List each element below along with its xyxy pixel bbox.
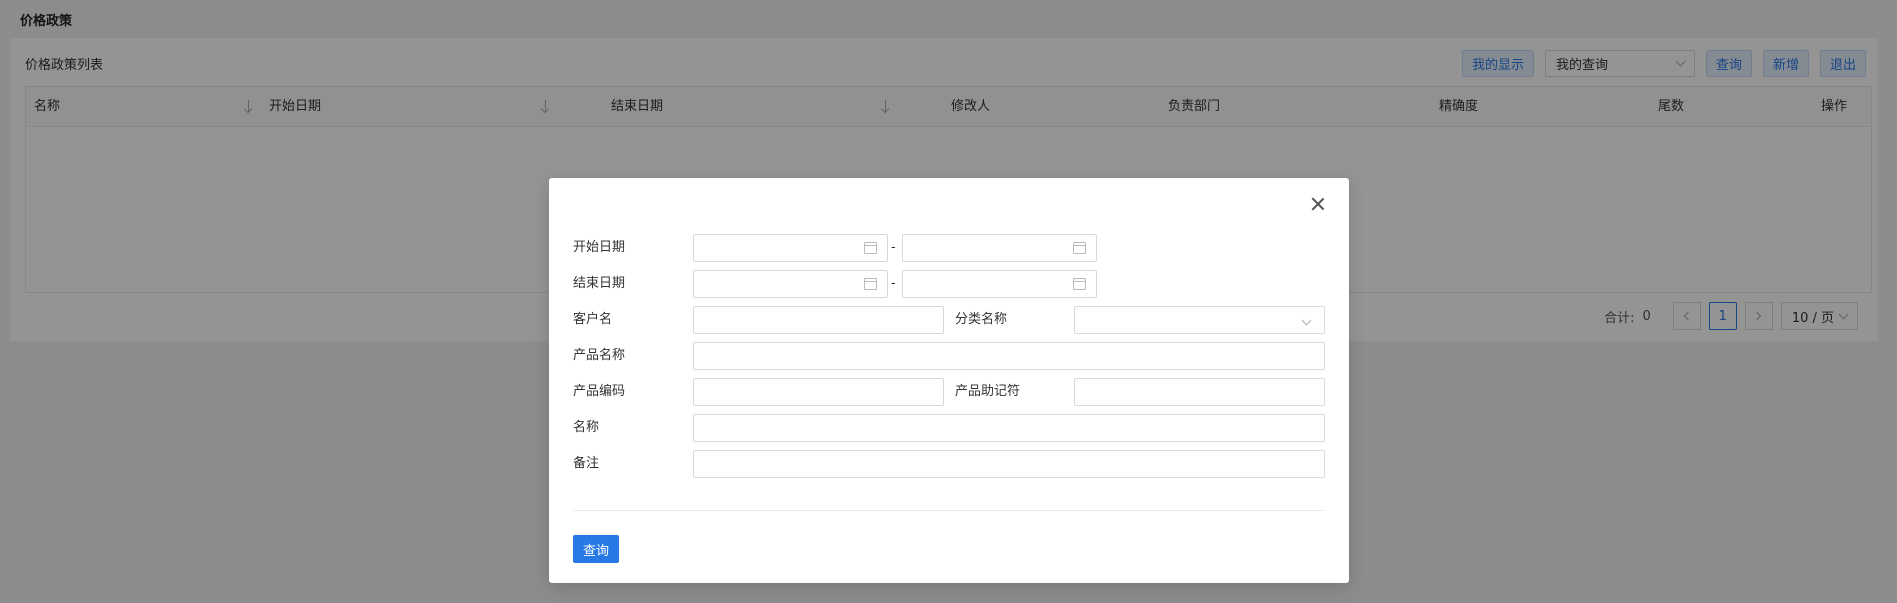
end-date-label: 结束日期 xyxy=(573,276,626,291)
category-name-label: 分类名称 xyxy=(955,312,1008,327)
product-code-input[interactable] xyxy=(693,378,944,406)
product-name-label: 产品名称 xyxy=(573,348,626,363)
calendar-icon xyxy=(1073,242,1086,254)
customer-name-input[interactable] xyxy=(693,306,944,334)
customer-name-label: 客户名 xyxy=(573,312,613,327)
dialog-divider xyxy=(573,510,1325,511)
end-date-to-picker[interactable] xyxy=(902,270,1097,298)
start-date-to-picker[interactable] xyxy=(902,234,1097,262)
range-separator: - xyxy=(891,276,896,291)
remark-label: 备注 xyxy=(573,456,600,471)
dialog-query-button[interactable]: 查询 xyxy=(573,535,620,563)
range-separator: - xyxy=(891,240,896,255)
start-date-label: 开始日期 xyxy=(573,240,626,255)
calendar-icon xyxy=(864,278,877,290)
product-mnemonic-label: 产品助记符 xyxy=(955,384,1021,399)
name-input[interactable] xyxy=(693,414,1325,442)
query-dialog: 开始日期 - 结束日期 - 客户名 分类名称 产品名称 产品编码 产品助记符 名… xyxy=(549,178,1349,583)
calendar-icon xyxy=(1073,278,1086,290)
category-name-select[interactable] xyxy=(1074,306,1325,334)
end-date-from-picker[interactable] xyxy=(693,270,888,298)
remark-input[interactable] xyxy=(693,450,1325,478)
chevron-down-icon xyxy=(1301,315,1312,326)
close-icon[interactable] xyxy=(1309,195,1327,213)
name-label: 名称 xyxy=(573,420,600,435)
product-name-input[interactable] xyxy=(693,342,1325,370)
calendar-icon xyxy=(864,242,877,254)
product-mnemonic-input[interactable] xyxy=(1074,378,1325,406)
product-code-label: 产品编码 xyxy=(573,384,626,399)
start-date-from-picker[interactable] xyxy=(693,234,888,262)
